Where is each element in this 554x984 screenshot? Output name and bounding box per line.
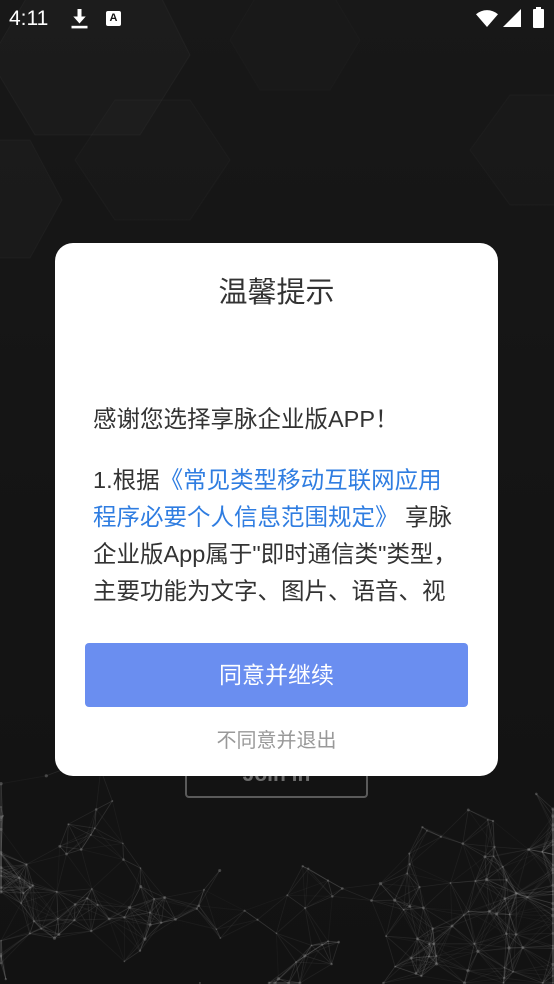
policy-prefix: 1.根据 bbox=[93, 467, 160, 493]
agree-continue-button[interactable]: 同意并继续 bbox=[85, 643, 468, 707]
privacy-notice-dialog: 温馨提示 感谢您选择享脉企业版APP！ 1.根据《常见类型移动互联网应用程序必要… bbox=[55, 243, 498, 776]
wifi-icon bbox=[476, 10, 498, 27]
status-time: 4:11 bbox=[9, 7, 49, 30]
greeting-text: 感谢您选择享脉企业版APP！ bbox=[93, 406, 399, 432]
status-bar: 4:11 A bbox=[0, 0, 554, 38]
download-icon bbox=[71, 9, 88, 29]
app-notification-icon: A bbox=[106, 11, 121, 26]
battery-icon bbox=[533, 7, 544, 28]
phone-screen: Join in 4:11 A 温馨提示 感谢您选择享脉企业版APP！ 1.根据《… bbox=[0, 0, 554, 984]
policy-scroll-area[interactable]: 感谢您选择享脉企业版APP！ 1.根据《常见类型移动互联网应用程序必要个人信息范… bbox=[93, 401, 461, 611]
dialog-title: 温馨提示 bbox=[218, 277, 335, 309]
disagree-exit-button[interactable]: 不同意并退出 bbox=[55, 726, 498, 756]
cellular-signal-icon bbox=[503, 9, 521, 27]
policy-paragraph: 1.根据《常见类型移动互联网应用程序必要个人信息范围规定》 享脉企业版App属于… bbox=[93, 462, 461, 610]
